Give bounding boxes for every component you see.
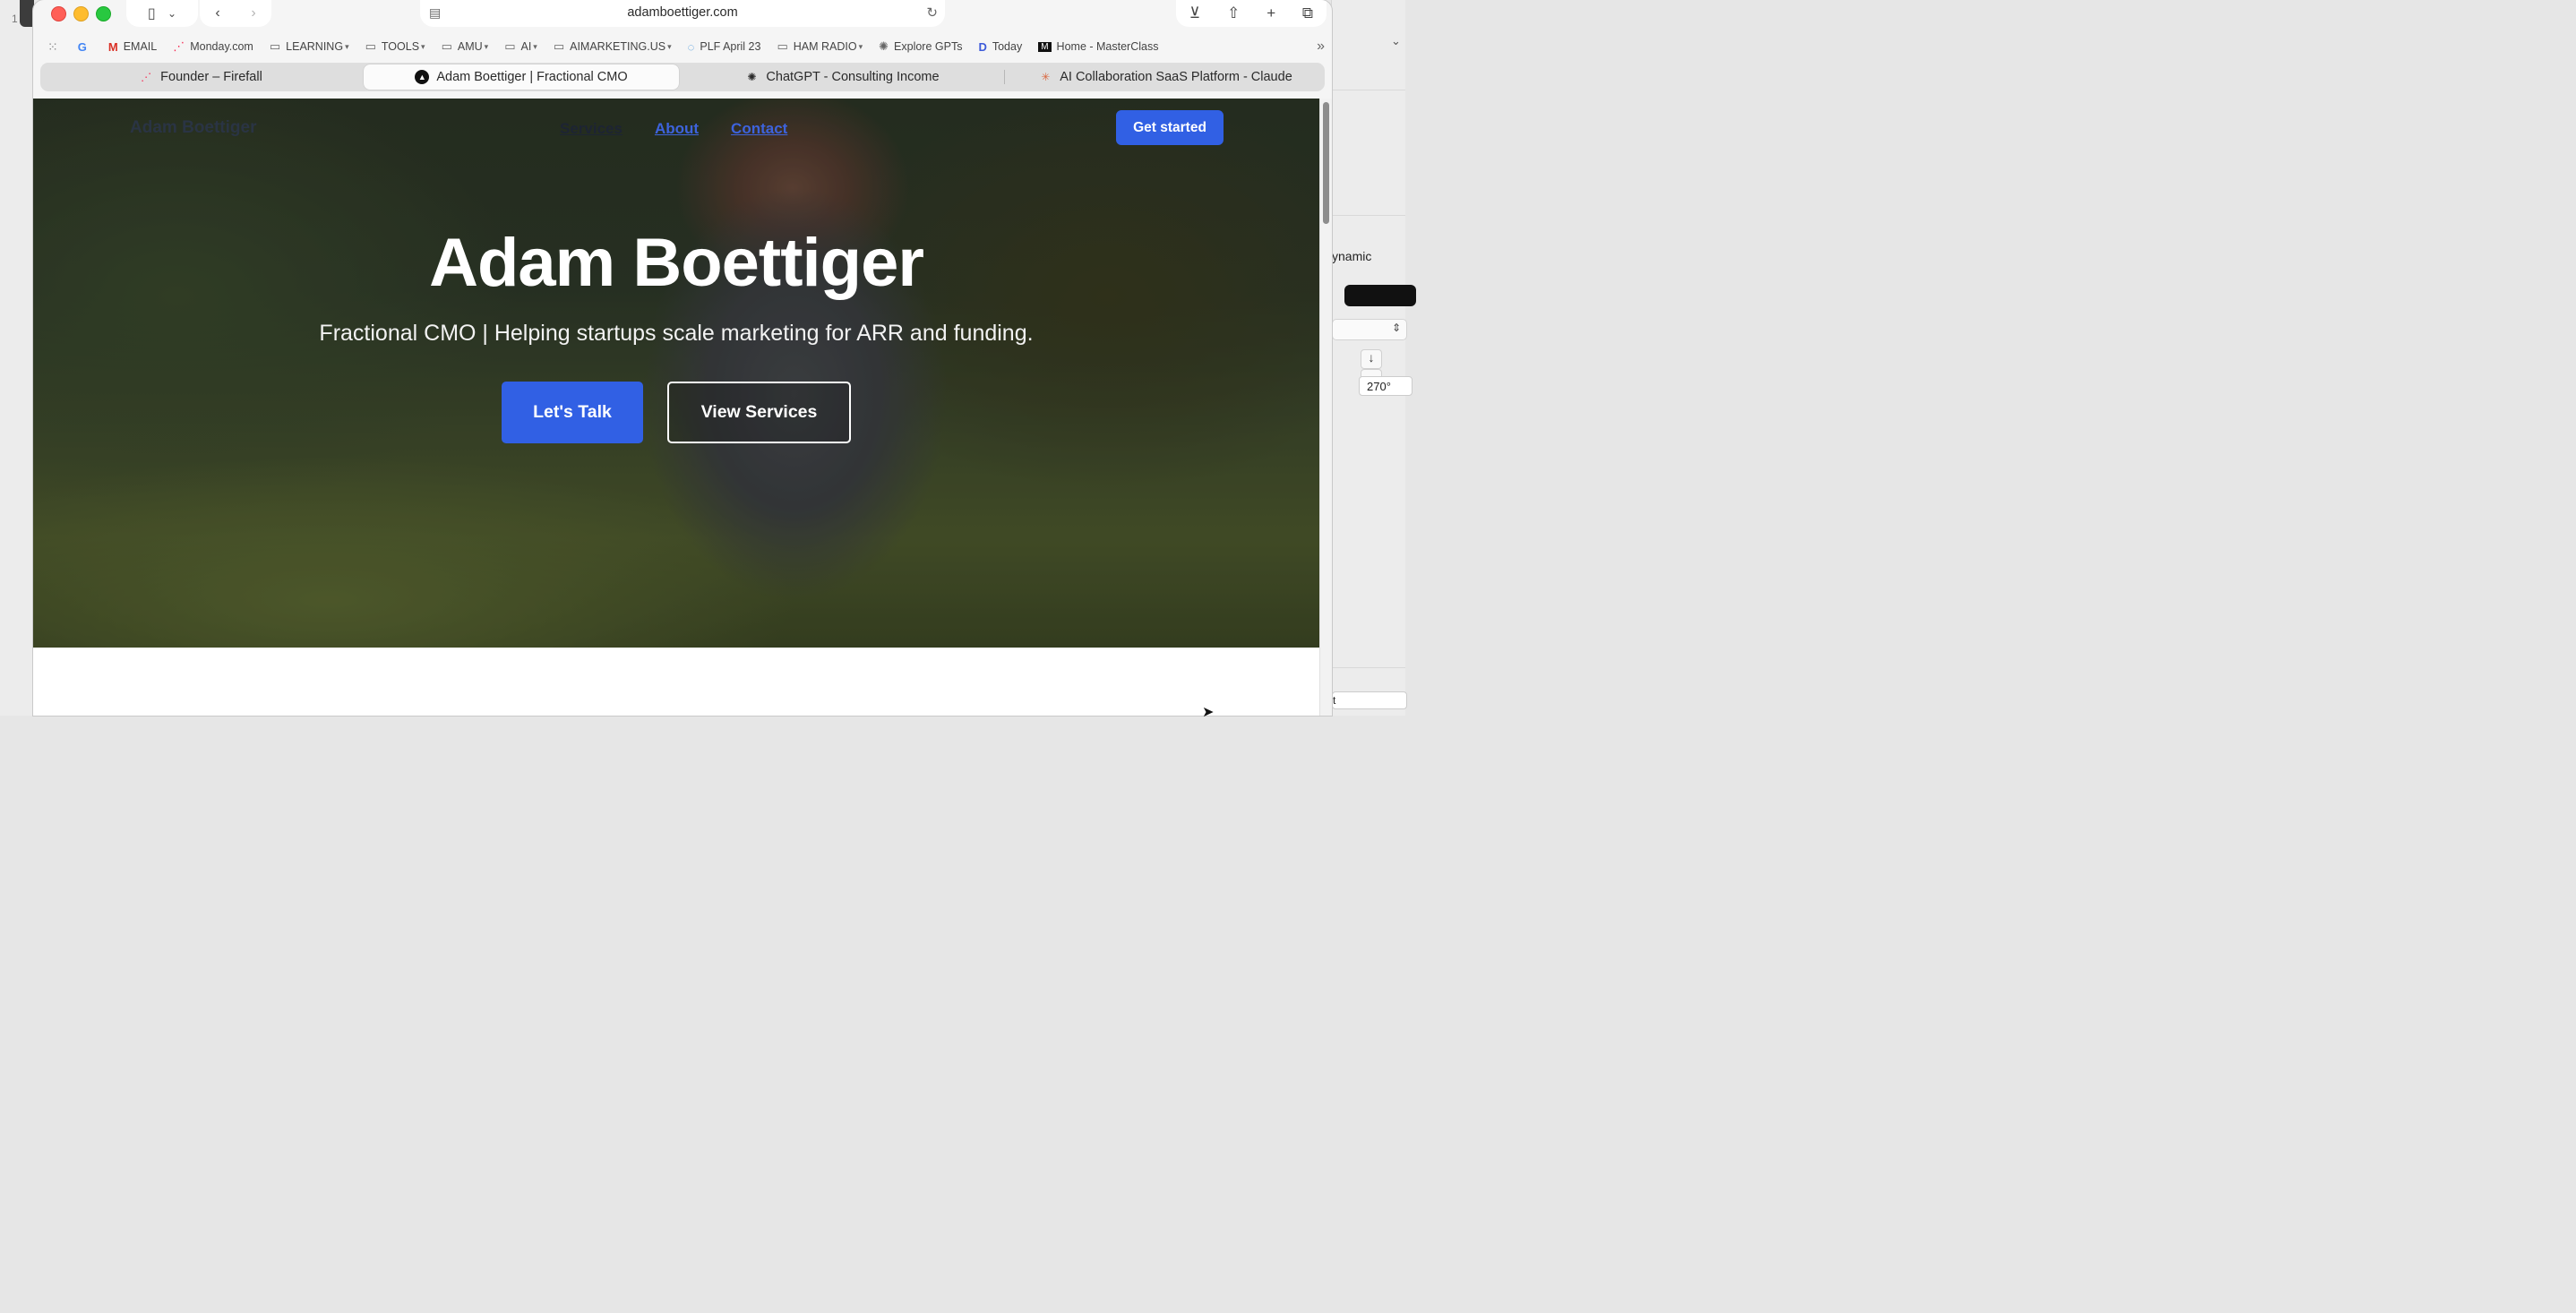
- tab-overview-icon[interactable]: ⧉: [1302, 4, 1313, 22]
- bookmark-email[interactable]: M EMAIL: [108, 40, 157, 54]
- openai-icon: ✺: [879, 39, 889, 53]
- divider: [1332, 667, 1405, 668]
- minimize-window-button[interactable]: [73, 6, 89, 21]
- close-window-button[interactable]: [51, 6, 66, 21]
- chevron-down-icon: ▾: [421, 41, 425, 51]
- bookmark-ham-radio[interactable]: ▭ HAM RADIO ▾: [777, 39, 863, 54]
- site-header: Adam Boettiger Services About Contact Ge…: [33, 99, 1319, 156]
- bookmark-google[interactable]: G: [78, 40, 92, 54]
- triangle-icon: ▲: [415, 70, 430, 84]
- masterclass-icon: M: [1038, 41, 1052, 52]
- claude-icon: ✳: [1041, 71, 1051, 83]
- bookmarks-bar: ⁙ G M EMAIL ⋰ Monday.com ▭ LEARNING ▾ ▭ TOOLS…: [33, 36, 1332, 57]
- hero-subtitle: Fractional CMO | Helping startups scale …: [319, 321, 1034, 346]
- angle-field[interactable]: 270°: [1359, 376, 1413, 396]
- chevron-down-icon: ▾: [533, 41, 537, 51]
- bookmark-tools[interactable]: ▭ TOOLS ▾: [365, 39, 425, 54]
- navigation-buttons: ‹ ›: [200, 0, 271, 27]
- bookmark-masterclass[interactable]: M Home - MasterClass: [1038, 40, 1158, 53]
- tab-firefall[interactable]: ⋰ Founder – Firefall: [40, 64, 361, 90]
- hero-title: Adam Boettiger: [429, 225, 924, 301]
- desktop-label: 1: [12, 13, 18, 25]
- desktop-edge: 1: [0, 0, 34, 716]
- more-bookmarks-icon[interactable]: »: [1317, 39, 1325, 55]
- mode-stepper[interactable]: ⇕: [1332, 319, 1407, 340]
- url-text: adamboettiger.com: [627, 5, 738, 20]
- monday-icon: ⋰: [173, 39, 185, 53]
- new-tab-icon[interactable]: +: [1267, 4, 1275, 22]
- chevron-down-icon: ▾: [345, 41, 349, 51]
- view-services-button[interactable]: View Services: [667, 382, 851, 443]
- sidebar-icon: ▯: [147, 6, 156, 21]
- circle-icon: ◌: [687, 39, 695, 54]
- web-page: Adam Boettiger Services About Contact Ge…: [33, 99, 1319, 716]
- apps-grid-icon[interactable]: ⁙: [47, 39, 58, 55]
- tab-divider: [1004, 70, 1005, 84]
- monday-icon: ⋰: [141, 71, 152, 83]
- desktop-window-chip: [20, 0, 34, 27]
- share-icon[interactable]: ⇧: [1227, 4, 1240, 22]
- chevron-down-icon[interactable]: ⌄: [1391, 34, 1401, 48]
- bottom-field[interactable]: t: [1332, 691, 1407, 709]
- back-button[interactable]: ‹: [200, 5, 236, 21]
- folder-icon: ▭: [777, 39, 788, 53]
- tab-bar: ⋰ Founder – Firefall ▲ Adam Boettiger | Fr…: [40, 63, 1325, 91]
- scrollbar-thumb[interactable]: [1323, 102, 1329, 224]
- chevron-down-icon: ▾: [484, 41, 489, 51]
- zoom-window-button[interactable]: [96, 6, 111, 21]
- tab-claude[interactable]: ✳ AI Collaboration SaaS Platform - Claude: [1006, 64, 1325, 90]
- today-icon: D: [978, 39, 987, 54]
- nav-link-contact[interactable]: Contact: [731, 120, 787, 138]
- hero-photo-overlay: [33, 99, 1319, 648]
- bookmark-amu[interactable]: ▭ AMU ▾: [442, 39, 489, 54]
- lets-talk-button[interactable]: Let's Talk: [502, 382, 643, 443]
- stepper-icon: ⇕: [1391, 322, 1401, 334]
- folder-icon: ▭: [441, 39, 452, 53]
- chevron-down-icon: ▾: [667, 41, 672, 51]
- chevron-down-icon: ▾: [858, 41, 863, 51]
- folder-icon: ▭: [504, 39, 516, 53]
- hero-section: Adam Boettiger Services About Contact Ge…: [33, 99, 1319, 648]
- chevron-down-icon: ⌄: [167, 7, 177, 20]
- bookmark-plf[interactable]: ◌ PLF April 23: [688, 40, 761, 54]
- address-bar[interactable]: ▤ adamboettiger.com ↻: [420, 0, 945, 27]
- folder-icon: ▭: [365, 39, 376, 53]
- color-swatch[interactable]: [1344, 285, 1416, 306]
- bookmark-explore-gpts[interactable]: ✺ Explore GPTs: [879, 39, 962, 54]
- arrow-down-icon[interactable]: ↓: [1361, 349, 1382, 369]
- nav-link-about[interactable]: About: [655, 120, 699, 138]
- page-scrollbar[interactable]: [1319, 99, 1332, 716]
- site-nav-links: Services About Contact: [560, 120, 787, 138]
- openai-icon: ✺: [747, 71, 757, 83]
- bookmark-aimarketing[interactable]: ▭ AIMARKETING.US ▾: [554, 39, 672, 54]
- bookmark-monday[interactable]: ⋰ Monday.com: [173, 39, 253, 54]
- toolbar-right: ⊻ ⇧ + ⧉: [1176, 0, 1327, 27]
- sidebar-toggle-button[interactable]: ▯ ⌄: [126, 0, 198, 27]
- folder-icon: ▭: [553, 39, 565, 53]
- bookmark-ai[interactable]: ▭ AI ▾: [504, 39, 537, 54]
- inspector-panel: ⌄ ynamic ⇕ ↓→ 270° t: [1331, 0, 1416, 716]
- reload-icon[interactable]: ↻: [926, 4, 938, 21]
- site-brand[interactable]: Adam Boettiger: [130, 118, 256, 138]
- mode-label: ynamic: [1332, 249, 1372, 263]
- bookmark-today[interactable]: D Today: [978, 40, 1022, 54]
- gmail-icon: M: [107, 39, 118, 54]
- download-icon[interactable]: ⊻: [1189, 4, 1200, 22]
- tab-adam-boettiger[interactable]: ▲ Adam Boettiger | Fractional CMO: [364, 64, 679, 90]
- google-icon: G: [77, 39, 87, 54]
- bookmark-learning[interactable]: ▭ LEARNING ▾: [270, 39, 349, 54]
- browser-window: ▯ ⌄ ‹ › ▤ adamboettiger.com ↻ ⊻ ⇧ + ⧉ ⁙ G…: [33, 0, 1332, 716]
- tab-chatgpt[interactable]: ✺ ChatGPT - Consulting Income: [682, 64, 1002, 90]
- folder-icon: ▭: [269, 39, 281, 53]
- browser-toolbar: ▯ ⌄ ‹ › ▤ adamboettiger.com ↻ ⊻ ⇧ + ⧉: [33, 0, 1332, 34]
- mouse-cursor-icon: ➤: [1202, 705, 1215, 720]
- divider: [1332, 215, 1405, 216]
- get-started-button[interactable]: Get started: [1116, 110, 1224, 145]
- nav-link-services[interactable]: Services: [560, 120, 623, 138]
- forward-button[interactable]: ›: [236, 5, 271, 21]
